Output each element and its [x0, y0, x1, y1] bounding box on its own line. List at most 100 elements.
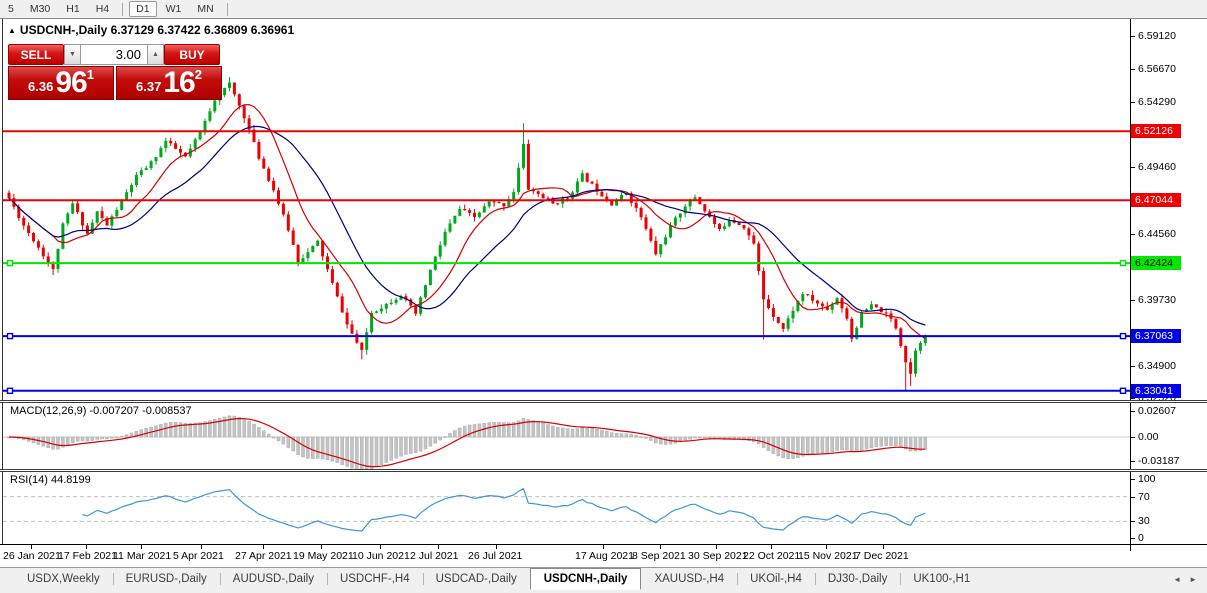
price-axis-tick-label: 6.34900: [1138, 360, 1176, 372]
price-axis-tick: [1131, 102, 1135, 103]
rsi-axis-tick: [1131, 538, 1135, 539]
sell-price-panel[interactable]: 6.36 96 1: [8, 66, 114, 100]
rsi-pane[interactable]: [3, 472, 1130, 544]
macd-axis-tick: [1131, 461, 1135, 462]
macd-axis-tick-label: -0.03187: [1138, 455, 1179, 467]
price-axis-tick-label: 6.59120: [1138, 30, 1176, 42]
tab-scroll-left-icon[interactable]: ◄: [1173, 575, 1181, 584]
chart-title-text: USDCNH-,Daily 6.37129 6.37422 6.36809 6.…: [20, 23, 294, 37]
volume-input[interactable]: [81, 44, 147, 65]
date-label: 17 Aug 2021: [575, 550, 634, 562]
tab-xauusd-h4[interactable]: XAUUSD-,H4: [641, 568, 737, 590]
date-tick: [31, 545, 32, 549]
rsi-axis: 100 70 30 0: [1130, 472, 1207, 544]
timeframe-button-mn[interactable]: MN: [190, 1, 220, 17]
date-tick: [321, 545, 322, 549]
date-label: 8 Sep 2021: [632, 550, 686, 562]
tab-usdchf-h4[interactable]: USDCHF-,H4: [327, 568, 423, 590]
date-tick: [883, 545, 884, 549]
date-label: 27 Apr 2021: [235, 550, 292, 562]
volume-decrease-button[interactable]: ▼: [64, 44, 81, 65]
date-tick: [141, 545, 142, 549]
buy-price-sup: 2: [195, 70, 202, 80]
macd-label: MACD(12,26,9) -0.007207 -0.008537: [10, 405, 192, 417]
date-label: 30 Sep 2021: [688, 550, 748, 562]
timeframe-button-w1[interactable]: W1: [159, 1, 189, 17]
one-click-trading-widget: SELL ▼ ▲ BUY 6.36 96 1 6.37 16 2: [8, 44, 224, 100]
candlesticks: [8, 77, 927, 391]
timeframe-button-d1[interactable]: D1: [129, 1, 156, 17]
toolbar-separator: [122, 3, 123, 16]
rsi-axis-tick-label: 100: [1138, 473, 1156, 485]
buy-price-big: 16: [163, 68, 194, 98]
rsi-axis-tick-label: 70: [1138, 491, 1150, 503]
tab-eurusd-daily[interactable]: EURUSD-,Daily: [113, 568, 220, 590]
level-line-handle[interactable]: [8, 334, 13, 339]
date-tick: [826, 545, 827, 549]
level-line-handle[interactable]: [1121, 388, 1126, 393]
date-tick: [380, 545, 381, 549]
timeframe-toolbar: 5M30H1H4 D1W1MN: [0, 0, 1207, 18]
price-axis-tick: [1131, 167, 1135, 168]
level-line-handle[interactable]: [8, 261, 13, 266]
price-axis-tick-label: 6.44560: [1138, 228, 1176, 240]
collapse-icon[interactable]: ▲: [8, 26, 16, 35]
buy-price-panel[interactable]: 6.37 16 2: [116, 66, 222, 100]
date-label: 17 Feb 2021: [58, 550, 117, 562]
level-line-handle[interactable]: [8, 388, 13, 393]
rsi-axis-tick-label: 30: [1138, 515, 1150, 527]
date-label: 7 Dec 2021: [855, 550, 909, 562]
tab-usdcnh-daily[interactable]: USDCNH-,Daily: [530, 568, 642, 590]
price-axis-tick-label: 6.39730: [1138, 294, 1176, 306]
tab-uk100-h1[interactable]: UK100-,H1: [900, 568, 983, 590]
date-tick: [86, 545, 87, 549]
date-tick: [716, 545, 717, 549]
price-axis-tick: [1131, 300, 1135, 301]
volume-increase-button[interactable]: ▲: [147, 44, 164, 65]
tab-ukoil-h4[interactable]: UKOil-,H4: [737, 568, 815, 590]
date-label: 19 May 2021: [293, 550, 354, 562]
rsi-axis-tick-label: 0: [1138, 532, 1144, 544]
date-label: 5 Apr 2021: [173, 550, 224, 562]
date-axis: 26 Jan 202117 Feb 202111 Mar 20215 Apr 2…: [0, 544, 1207, 567]
symbol-tab-bar: USDX,WeeklyEURUSD-,DailyAUDUSD-,DailyUSD…: [0, 567, 1207, 590]
sell-price-sup: 1: [87, 70, 94, 80]
price-axis-tick: [1131, 398, 1135, 399]
timeframe-button-5[interactable]: 5: [1, 1, 21, 17]
tab-scroll-right-icon[interactable]: ►: [1189, 575, 1197, 584]
date-label: 26 Jan 2021: [3, 550, 61, 562]
price-axis-tick: [1131, 36, 1135, 37]
date-tick: [263, 545, 264, 549]
macd-axis-tick-label: 0.02607: [1138, 405, 1176, 417]
buy-price-small: 6.37: [136, 76, 161, 98]
timeframe-button-h4[interactable]: H4: [89, 1, 116, 17]
rsi-axis-tick: [1131, 521, 1135, 522]
toolbar-separator: [227, 3, 228, 16]
timeframe-button-m30[interactable]: M30: [23, 1, 57, 17]
level-price-label: 6.37063: [1131, 329, 1181, 343]
tab-usdx-weekly[interactable]: USDX,Weekly: [14, 568, 113, 590]
sell-button[interactable]: SELL: [8, 44, 64, 65]
tab-dj30-daily[interactable]: DJ30-,Daily: [815, 568, 900, 590]
tab-usdcad-daily[interactable]: USDCAD-,Daily: [423, 568, 530, 590]
level-line-handle[interactable]: [1121, 334, 1126, 339]
macd-axis-tick: [1131, 437, 1135, 438]
level-price-label: 6.42424: [1131, 256, 1181, 270]
tab-audusd-daily[interactable]: AUDUSD-,Daily: [220, 568, 327, 590]
macd-axis: 0.02607 0.00 -0.03187: [1130, 403, 1207, 469]
macd-histogram: [8, 416, 927, 469]
sell-price-big: 96: [55, 68, 86, 98]
price-axis-tick: [1131, 366, 1135, 367]
macd-axis-tick: [1131, 411, 1135, 412]
rsi-label: RSI(14) 44.8199: [10, 474, 91, 486]
rsi-line: [83, 489, 926, 531]
level-line-handle[interactable]: [1121, 261, 1126, 266]
timeframe-button-h1[interactable]: H1: [59, 1, 86, 17]
date-tick: [438, 545, 439, 549]
date-label: 22 Oct 2021: [743, 550, 800, 562]
macd-axis-tick-label: 0.00: [1138, 431, 1158, 443]
rsi-axis-tick: [1131, 497, 1135, 498]
date-label: 10 Jun 2021: [352, 550, 410, 562]
tab-scroll-arrows: ◄►: [1173, 568, 1207, 590]
buy-button[interactable]: BUY: [164, 44, 220, 65]
